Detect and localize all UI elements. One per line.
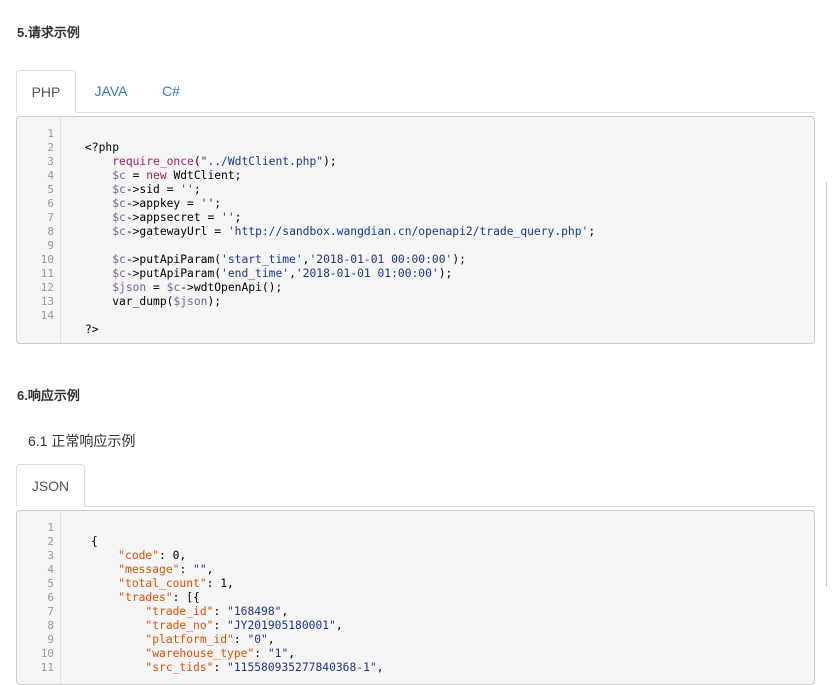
line-number: 10 [40,253,54,266]
tab-php[interactable]: PHP [16,70,76,113]
code-line: $c->gatewayUrl = 'http://sandbox.wangdia… [112,225,596,238]
code-line: "trade_no": "JY201905180001", [145,619,343,632]
code-line: "platform_id": "0", [145,633,275,646]
line-number: 14 [40,309,54,322]
line-number: 13 [40,295,54,308]
code-line: $c = new WdtClient; [112,169,242,182]
line-number: 1 [47,521,54,534]
code-line: "trades": [{ [118,591,200,604]
line-number-gutter: 1 2 3 4 5 6 7 8 9 10 11 12 13 14 [17,117,61,343]
code-line: $c->putApiParam('start_time','2018-01-01… [112,253,466,266]
code-line: ?> [85,323,99,336]
line-number: 9 [47,633,54,646]
code-line: var_dump($json); [85,295,222,308]
code-line: $c->appsecret = ''; [112,211,242,224]
code-line: "message": "", [118,563,214,576]
code-line: $c->putApiParam('end_time','2018-01-01 0… [112,267,453,280]
line-number: 3 [47,155,54,168]
line-number: 7 [47,211,54,224]
response-format-tabs: JSON [16,464,815,507]
code-line: <?php [85,141,120,154]
code-line: $c->appkey = ''; [112,197,222,210]
tab-json[interactable]: JSON [16,464,85,507]
line-number: 5 [47,183,54,196]
code-line: "total_count": 1, [118,577,234,590]
normal-response-subtitle: 6.1 正常响应示例 [28,433,136,449]
code-line: $json = $c->wdtOpenApi(); [112,281,283,294]
line-number: 10 [40,647,54,660]
code-line: "trade_id": "168498", [145,605,289,618]
code-line: $c->sid = ''; [112,183,201,196]
request-language-tabs: PHP JAVA C# [16,70,815,113]
response-example-title: 6.响应示例 [17,388,80,403]
line-number: 2 [47,141,54,154]
line-number: 9 [47,239,54,252]
code-line: { [91,535,98,548]
json-code-block: 1 2 3 4 5 6 7 8 9 10 11 { "code": 0, "message": ""… [16,510,815,685]
tab-java[interactable]: JAVA [78,70,144,112]
line-number: 11 [40,267,54,280]
code-line: "src_tids": "115580935277840368-1", [145,661,384,674]
line-number: 6 [47,591,54,604]
line-number: 12 [40,281,54,294]
line-number: 11 [40,661,54,674]
page-scrollbar[interactable] [826,182,827,587]
tab-csharp[interactable]: C# [146,70,196,112]
request-example-title: 5.请求示例 [17,25,80,40]
line-number: 2 [47,535,54,548]
line-number: 7 [47,605,54,618]
code-line: "code": 0, [118,549,187,562]
code-line: require_once("../WdtClient.php"); [112,155,337,168]
line-number: 5 [47,577,54,590]
line-number: 6 [47,197,54,210]
code-line: "warehouse_type": "1", [145,647,296,660]
line-number: 4 [47,563,54,576]
line-number: 4 [47,169,54,182]
php-code-block: 1 2 3 4 5 6 7 8 9 10 11 12 13 14 <?php require_once("… [16,116,815,344]
line-number-gutter: 1 2 3 4 5 6 7 8 9 10 11 [17,511,61,684]
line-number: 8 [47,619,54,632]
line-number: 8 [47,225,54,238]
line-number: 1 [47,127,54,140]
line-number: 3 [47,549,54,562]
